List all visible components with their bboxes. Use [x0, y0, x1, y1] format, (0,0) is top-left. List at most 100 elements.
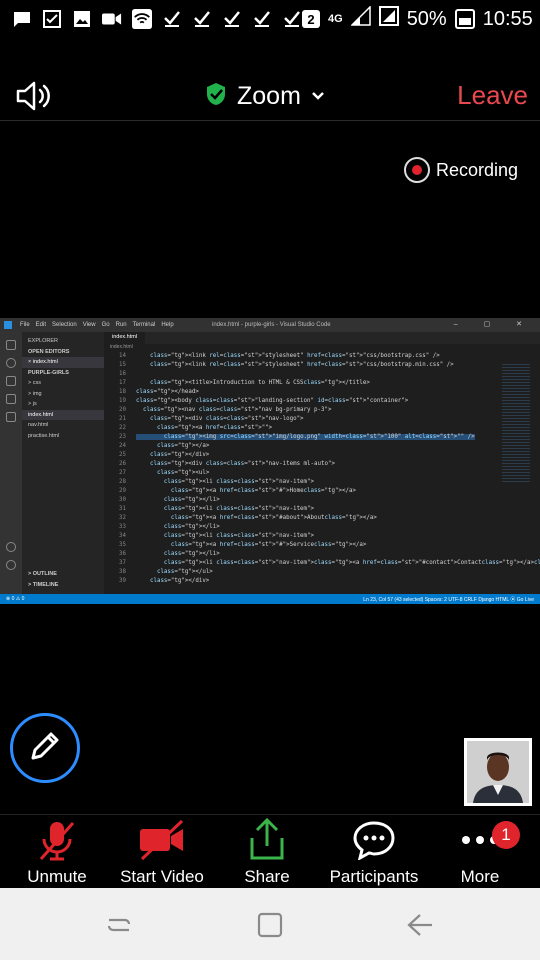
code-text: class="tg"></div> [149, 452, 210, 458]
vscode-menu-item: File [20, 322, 30, 328]
code-text: class="tg"><link rel=class="st">"stylesh… [149, 362, 454, 368]
code-text: class="tg"><a href=class="st">"#">Servic… [170, 542, 367, 548]
line-number: 28 [119, 479, 126, 485]
code-line: 25 class="tg"></div> [104, 451, 540, 460]
vscode-menu: File Edit Selection View Go Run Terminal Help [20, 322, 180, 328]
folder-item: > css [28, 380, 41, 386]
code-text: class="tg"><body class=class="st">"landi… [136, 398, 409, 404]
code-text: class="tg"><link rel=class="st">"stylesh… [149, 353, 440, 359]
self-video-thumbnail[interactable] [464, 738, 532, 806]
code-line: 28 class="tg"><li class=class="st">"nav-… [104, 478, 540, 487]
code-text: class="tg"></li> [163, 551, 220, 557]
line-number: 37 [119, 560, 126, 566]
code-text: class="tg"><li class=class="st">"nav-ite… [163, 506, 315, 512]
meeting-header: Zoom Leave [0, 64, 540, 126]
more-button[interactable]: 1 More [452, 815, 520, 889]
code-line: 22 class="tg"><a href=class="st">""> [104, 424, 540, 433]
line-number: 36 [119, 551, 126, 557]
check-square-icon [42, 10, 62, 28]
start-video-button[interactable]: Start Video [116, 815, 208, 889]
video-off-icon [138, 815, 186, 865]
line-number: 21 [119, 416, 126, 422]
check-icon [192, 10, 212, 28]
recent-apps-icon[interactable] [104, 910, 134, 940]
status-bar: 2 4G 50% 10:55 [0, 0, 540, 38]
vscode-window-title: index.html - purple-girls - Visual Studi… [212, 322, 331, 328]
code-text: class="tg"><nav class=class="st">"nav bg… [142, 407, 332, 413]
recording-label: Recording [435, 159, 518, 180]
line-number: 31 [119, 506, 126, 512]
chat-bubble-icon [352, 815, 396, 865]
outline-header: > OUTLINE [28, 571, 57, 577]
line-number: 25 [119, 452, 126, 458]
vscode-menu-item: Selection [52, 322, 77, 328]
check-icon [252, 10, 272, 28]
shield-icon [205, 82, 227, 111]
file-item: index.html [22, 409, 104, 420]
code-line: 21 class="tg"><div class=class="st">"nav… [104, 415, 540, 424]
participants-button[interactable]: Participants [326, 815, 422, 889]
code-line: 32 class="tg"><a href=class="st">"#about… [104, 514, 540, 523]
open-editor-item: × index.html [22, 357, 104, 368]
clock: 10:55 [482, 7, 533, 30]
leave-button[interactable]: Leave [457, 80, 528, 111]
unmute-button[interactable]: Unmute [22, 815, 92, 889]
editor-tab: index.html [104, 332, 146, 344]
line-number: 17 [119, 380, 126, 386]
code-text: class="tg"></li> [163, 497, 220, 503]
code-line: 15 class="tg"><link rel=class="st">"styl… [104, 361, 540, 370]
search-icon [6, 358, 16, 368]
code-line: 36 class="tg"></li> [104, 550, 540, 559]
line-number: 22 [119, 425, 126, 431]
home-icon[interactable] [255, 910, 285, 940]
notification-badge: 1 [492, 821, 520, 849]
shared-screen[interactable]: File Edit Selection View Go Run Terminal Help i… [0, 318, 540, 604]
editor-status: Ln 23, Col 57 (43 selected) Spaces: 2 UT… [363, 596, 534, 603]
files-icon [6, 340, 16, 350]
vscode-menu-item: Terminal [132, 322, 156, 328]
more-label: More [460, 867, 500, 886]
line-number: 27 [119, 470, 126, 476]
code-line: 37 class="tg"><li class=class="st">"nav-… [104, 559, 540, 568]
vscode-logo-icon [4, 321, 12, 329]
speaker-icon[interactable] [15, 80, 53, 112]
timeline-header: > TIMELINE [28, 581, 59, 588]
code-text: class="tg"></ul> [156, 569, 213, 575]
code-text: class="tg"><li class=class="st">"nav-ite… [163, 479, 315, 485]
line-number: 33 [119, 524, 126, 530]
vscode-menu-item: View [82, 322, 96, 328]
code-text: class="tg"></div> [149, 578, 210, 584]
code-line: 24 class="tg"></a> [104, 442, 540, 451]
back-icon[interactable] [405, 910, 435, 940]
code-line: 34 class="tg"><li class=class="st">"nav-… [104, 532, 540, 541]
code-text: class="tg"></a> [156, 443, 210, 449]
line-number: 20 [119, 407, 126, 413]
line-number: 15 [119, 362, 126, 368]
vscode-statusbar: ⊗ 0 ⚠ 0 Ln 23, Col 57 (43 selected) Spac… [0, 594, 540, 604]
vscode-explorer: EXPLORER OPEN EDITORS × index.html PURPL… [22, 332, 104, 594]
code-text: class="tg"><img src=class="st">"img/logo… [136, 434, 475, 440]
record-icon [403, 157, 430, 183]
code-text: class="tg"><a href=class="st">""> [156, 425, 273, 431]
editor-tabs: index.html [104, 332, 540, 344]
share-button[interactable]: Share [236, 815, 298, 889]
line-number: 34 [119, 533, 126, 539]
system-status: 2 4G 50% 10:55 [302, 5, 533, 32]
signal-icon [378, 6, 399, 32]
extensions-icon [6, 412, 16, 422]
signal-icon [349, 5, 371, 32]
avatar [467, 741, 529, 803]
video-icon [102, 10, 122, 28]
line-number: 24 [119, 443, 126, 449]
code-line: 39 class="tg"></div> [104, 577, 540, 586]
image-icon [72, 10, 92, 28]
annotate-button[interactable] [10, 713, 80, 783]
unmute-label: Unmute [27, 867, 87, 886]
vscode-menu-item: Run [115, 322, 127, 328]
code-text: class="tg"><div class=class="st">"nav-lo… [149, 416, 304, 422]
meeting-title-dropdown[interactable]: Zoom [205, 82, 325, 111]
check-icon [222, 10, 242, 28]
recording-indicator[interactable]: Recording [403, 157, 518, 183]
line-number: 38 [119, 569, 126, 575]
start-video-label: Start Video [120, 867, 204, 886]
